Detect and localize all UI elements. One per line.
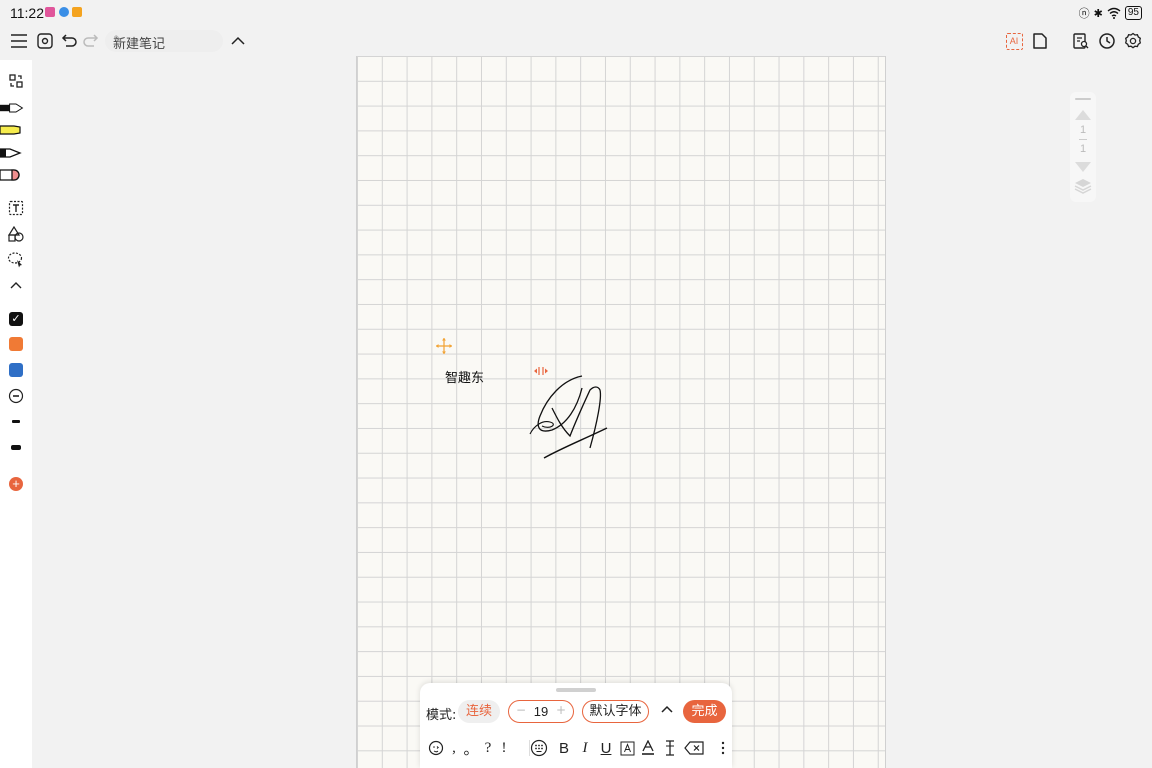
note-title-field[interactable]: 新建笔记 ✎	[105, 30, 223, 52]
history-icon[interactable]	[1096, 30, 1118, 52]
keyboard-icon[interactable]	[530, 738, 548, 758]
move-handle-icon[interactable]	[435, 337, 453, 355]
font-size-increase-button[interactable]: +	[556, 703, 566, 717]
layers-icon[interactable]	[1074, 178, 1092, 198]
status-bar: 11:22 ⓝ ✱ 95	[0, 0, 1152, 26]
search-note-icon[interactable]	[1070, 30, 1092, 52]
ai-icon: AI	[1005, 32, 1023, 50]
more-options-icon[interactable]	[719, 738, 727, 758]
status-time: 11:22	[10, 5, 44, 21]
text-cursor-icon[interactable]	[662, 738, 678, 758]
italic-button[interactable]: I	[578, 738, 592, 758]
color-swatch-black[interactable]: ✓	[4, 308, 28, 330]
battery-indicator: 95	[1124, 6, 1142, 20]
undo-icon[interactable]	[58, 30, 80, 52]
eraser-tool[interactable]	[0, 164, 24, 186]
page-navigator: 1 1	[1070, 92, 1096, 202]
total-page-number: 1	[1079, 143, 1087, 155]
check-icon: ✓	[9, 312, 23, 326]
panel-drag-handle[interactable]	[556, 688, 596, 692]
page-template-icon[interactable]	[1029, 30, 1051, 52]
toolbar-switch-icon[interactable]	[4, 70, 28, 92]
bold-button[interactable]: B	[556, 738, 572, 758]
underline-button[interactable]: U	[598, 738, 614, 758]
edit-pencil-icon: ✎	[113, 33, 124, 47]
text-format-panel: 模式: 连续 − 19 + 默认字体 完成 , 。 ? ! B I U	[420, 683, 732, 768]
shield-notification-icon	[59, 7, 69, 17]
marker-tool[interactable]	[0, 142, 24, 164]
thickness-minus-icon[interactable]	[4, 385, 28, 407]
app-notification-icon	[45, 7, 55, 17]
wifi-icon	[1107, 7, 1121, 19]
menu-icon[interactable]	[8, 30, 30, 52]
highlighter-tool[interactable]	[0, 119, 24, 141]
done-button[interactable]: 完成	[683, 700, 726, 723]
stroke-thick-option[interactable]	[4, 436, 28, 458]
text-tool-icon[interactable]	[4, 197, 28, 219]
top-toolbar: 新建笔记 ✎ AI	[0, 26, 1152, 56]
pager-divider	[1079, 139, 1087, 140]
shapes-tool-icon[interactable]	[4, 223, 28, 245]
prev-page-icon[interactable]	[1074, 106, 1092, 125]
next-page-icon[interactable]	[1074, 158, 1092, 177]
current-page-number: 1	[1079, 124, 1087, 136]
period-key[interactable]: 。	[464, 738, 479, 758]
backspace-icon[interactable]	[684, 738, 704, 758]
lasso-select-icon[interactable]	[4, 249, 28, 271]
redo-icon[interactable]	[80, 30, 102, 52]
font-size-stepper: − 19 +	[508, 700, 574, 723]
font-color-icon[interactable]	[640, 738, 656, 758]
left-toolbar: ✓ +	[0, 60, 32, 768]
status-indicators: ⓝ ✱ 95	[1079, 5, 1142, 21]
pager-top-bar	[1075, 98, 1091, 100]
canvas-text-box[interactable]: 智趣东	[445, 367, 484, 386]
mode-toggle[interactable]: 连续	[458, 700, 500, 723]
comma-key[interactable]: ,	[448, 738, 460, 758]
text-box-icon[interactable]	[619, 738, 635, 758]
font-family-select[interactable]: 默认字体	[582, 700, 649, 723]
handwriting-strokes	[529, 375, 608, 459]
preview-icon[interactable]	[34, 30, 56, 52]
add-color-icon[interactable]: +	[4, 473, 28, 495]
chevron-up-icon[interactable]	[227, 30, 249, 52]
color-swatch-blue[interactable]	[4, 359, 28, 381]
settings-gear-icon[interactable]	[1122, 30, 1144, 52]
pen-tool[interactable]	[0, 97, 24, 119]
color-swatch-orange[interactable]	[4, 333, 28, 355]
emoji-icon[interactable]	[428, 738, 444, 758]
exclamation-key[interactable]: !	[498, 738, 510, 758]
nfc-icon: ⓝ	[1078, 7, 1090, 20]
collapse-chevron-up-icon[interactable]	[4, 274, 28, 296]
question-key[interactable]: ?	[482, 738, 494, 758]
notes-notification-icon	[72, 7, 82, 17]
bluetooth-icon: ✱	[1093, 6, 1103, 20]
ai-button[interactable]: AI	[1003, 30, 1025, 52]
stroke-thin-option[interactable]	[4, 410, 28, 432]
note-canvas[interactable]: 智趣东	[356, 56, 886, 768]
mode-label: 模式:	[426, 708, 457, 723]
expand-chevron-up-icon[interactable]	[660, 703, 674, 718]
